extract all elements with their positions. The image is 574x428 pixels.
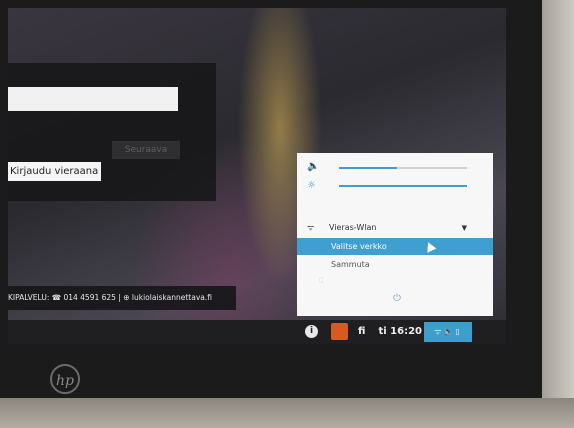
status-panel: 🔈 ☼ ᯤ Vieras-Wlan ▼ Valitse verkko Sammu… xyxy=(297,153,493,316)
menu-item-choose-network[interactable]: Valitse verkko xyxy=(297,238,493,255)
help-text: KIPALVELU: ☎ 014 4591 625 | ⊕ lukiolaisk… xyxy=(8,293,212,302)
guest-login-button[interactable]: Kirjaudu vieraana xyxy=(8,162,101,181)
photo-scene: Seuraava Kirjaudu vieraana KIPALVELU: ☎ … xyxy=(0,0,574,428)
hp-logo: hp xyxy=(50,364,80,394)
laptop-keyboard-edge xyxy=(0,398,574,428)
brightness-icon: ☼ xyxy=(307,180,316,191)
laptop-screen: Seuraava Kirjaudu vieraana KIPALVELU: ☎ … xyxy=(8,8,506,344)
tray-volume-icon: 🔈 xyxy=(443,327,456,336)
language-indicator[interactable]: fi xyxy=(358,323,365,341)
network-name: Vieras-Wlan xyxy=(329,223,377,232)
clock[interactable]: ti 16:20 xyxy=(372,323,422,341)
app-tray-icon[interactable] xyxy=(331,323,348,340)
brightness-slider-fill xyxy=(339,185,467,187)
help-bar: KIPALVELU: ☎ 014 4591 625 | ⊕ lukiolaisk… xyxy=(8,286,236,310)
battery-row: ▯ xyxy=(319,276,323,284)
taskbar: i fi ti 16:20 ᯤ🔈▯ xyxy=(8,320,506,344)
volume-slider-fill xyxy=(339,167,397,169)
volume-slider[interactable] xyxy=(339,167,467,169)
tray-battery-icon: ▯ xyxy=(455,327,462,336)
volume-icon: 🔈 xyxy=(307,161,320,172)
login-dialog: Seuraava Kirjaudu vieraana xyxy=(8,63,216,201)
menu-item-turn-off[interactable]: Sammuta xyxy=(297,257,493,273)
chevron-down-icon: ▼ xyxy=(461,224,467,232)
wifi-icon: ᯤ xyxy=(307,223,315,232)
username-input[interactable] xyxy=(8,87,178,111)
power-icon[interactable]: ⏻ xyxy=(391,293,403,305)
info-icon[interactable]: i xyxy=(305,325,318,338)
network-selector[interactable]: ᯤ Vieras-Wlan ▼ xyxy=(307,221,467,235)
next-button[interactable]: Seuraava xyxy=(112,141,180,159)
status-tray-button[interactable]: ᯤ🔈▯ xyxy=(424,322,472,342)
laptop-bezel: Seuraava Kirjaudu vieraana KIPALVELU: ☎ … xyxy=(0,0,542,428)
brightness-slider[interactable] xyxy=(339,185,467,187)
